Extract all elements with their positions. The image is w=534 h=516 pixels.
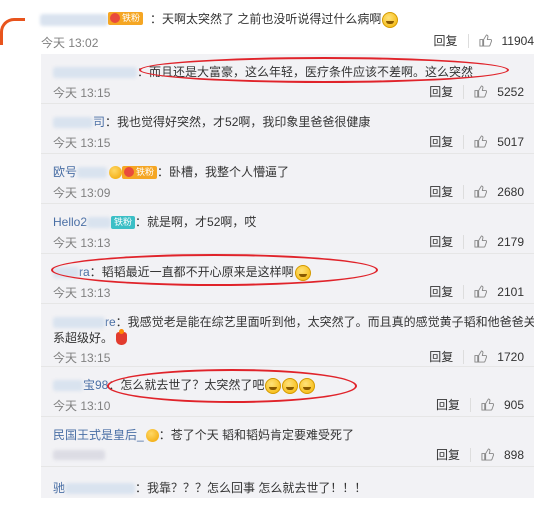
reply-button[interactable]: 回复 [429, 83, 453, 100]
crying-emoji-icon [382, 11, 399, 28]
reply-button[interactable]: 回复 [429, 133, 453, 150]
username-blurred[interactable] [53, 67, 137, 79]
fire-emoji-icon [116, 329, 128, 346]
list-item: 宝98：怎么就去世了？太突然了吧 今天 13:10 回复 905 [41, 367, 534, 417]
reply-text: ：我感觉老是能在综艺里面听到他，太突然了。而且真的感觉黄子韬和他爸爸关 [115, 315, 534, 329]
username-fragment[interactable]: ra [79, 265, 90, 279]
reply-text-continued: 系超级好。 [53, 331, 114, 345]
heart-eyes-emoji-icon [145, 429, 159, 443]
list-item: 欧号 铁粉 ：卧槽，我整个人懵逼了 今天 13:09 回复 2680 [41, 154, 534, 204]
username-fragment[interactable]: 驰 [53, 481, 65, 495]
reply-time: 今天 13:10 [53, 399, 111, 413]
comment-text: ：天啊太突然了 之前也没听说得过什么病啊 [150, 12, 382, 26]
reply-time: 今天 13:13 [53, 236, 111, 250]
fan-badge: 铁粉 [122, 166, 158, 180]
divider [467, 33, 469, 48]
reply-button[interactable]: 回复 [429, 348, 453, 365]
username-fragment[interactable]: 民国王式是皇后_ [53, 428, 144, 442]
reply-time: 今天 13:15 [53, 351, 111, 365]
username-blurred[interactable] [53, 380, 83, 392]
heart-eyes-emoji-icon [109, 166, 123, 180]
divider [463, 234, 465, 249]
reply-button[interactable]: 回复 [434, 32, 458, 49]
list-item: ra：韬韬最近一直都不开心原来是这样啊 今天 13:13 回复 2101 [41, 254, 534, 304]
crying-emoji-icon [265, 377, 282, 394]
reply-text: ：就是啊，才52啊，哎 [135, 215, 257, 229]
fan-badge: 铁粉 [108, 11, 144, 26]
username-fragment[interactable]: 宝98 [83, 378, 108, 392]
thumbs-up-icon[interactable] [474, 235, 488, 248]
like-count: 2680 [497, 184, 524, 199]
reply-button[interactable]: 回复 [429, 233, 453, 250]
top-comment: 铁粉 ：天啊太突然了 之前也没听说得过什么病啊 今天 13:02 回复 1190… [0, 0, 534, 52]
divider [469, 447, 471, 462]
reply-text: ：我靠？？？怎么回事 怎么就去世了！！！ [135, 481, 367, 495]
divider [463, 184, 465, 199]
reply-button[interactable]: 回复 [436, 396, 460, 413]
reply-text: ：卧槽，我整个人懵逼了 [157, 165, 290, 179]
thumbs-up-icon[interactable] [481, 448, 495, 461]
reply-time: 今天 13:15 [53, 86, 111, 100]
divider [463, 284, 465, 299]
thumbs-up-icon[interactable] [474, 285, 488, 298]
reply-button[interactable]: 回复 [436, 446, 460, 463]
list-item: re：我感觉老是能在综艺里面听到他，太突然了。而且真的感觉黄子韬和他爸爸关 系超… [41, 304, 534, 367]
thumbs-up-icon[interactable] [474, 185, 488, 198]
like-count: 2101 [497, 284, 524, 299]
reply-button[interactable]: 回复 [429, 183, 453, 200]
reply-text: ：苍了个天 韬和韬妈肯定要难受死了 [158, 428, 355, 442]
reply-time: 今天 13:13 [53, 286, 111, 300]
like-count: 905 [503, 397, 524, 412]
crying-emoji-icon [299, 377, 316, 394]
username-blurred[interactable] [53, 117, 93, 129]
divider [469, 397, 471, 412]
username-fragment[interactable]: 司 [93, 115, 105, 129]
thumbs-up-icon[interactable] [474, 135, 488, 148]
thumbs-up-icon[interactable] [481, 398, 495, 411]
crying-emoji-icon [282, 377, 299, 394]
reply-text: ：我也觉得好突然，才52啊，我印象里爸爸很健康 [105, 115, 371, 129]
username-blurred[interactable] [40, 12, 108, 26]
like-count: 11904 [501, 33, 534, 48]
reply-text: ：怎么就去世了？太突然了吧 [108, 378, 265, 392]
username-blurred[interactable] [53, 317, 105, 329]
divider [463, 349, 465, 364]
thumbs-up-icon[interactable] [478, 34, 492, 47]
username-blurred[interactable] [65, 483, 136, 495]
username-blurred[interactable] [87, 217, 112, 229]
like-count: 5252 [497, 84, 524, 99]
like-count: 1720 [497, 349, 524, 364]
comment-time: 今天 13:02 [41, 36, 99, 50]
list-item: 司：我也觉得好突然，才52啊，我印象里爸爸很健康 今天 13:15 回复 501… [41, 104, 534, 154]
username-fragment[interactable]: Hello2 [53, 215, 87, 229]
crying-emoji-icon [294, 264, 311, 281]
reply-text: ：而且还是大富豪，这么年轻，医疗条件应该不差啊。这么突然 [137, 65, 474, 79]
list-item: ：而且还是大富豪，这么年轻，医疗条件应该不差啊。这么突然 今天 13:15 回复… [41, 54, 534, 104]
list-item: 民国王式是皇后_ ：苍了个天 韬和韬妈肯定要难受死了 回复 898 [41, 417, 534, 467]
username-blurred[interactable] [53, 267, 79, 279]
fan-badge: 铁粉 [111, 216, 136, 230]
username-blurred[interactable] [77, 167, 108, 179]
like-count: 898 [503, 447, 524, 462]
list-item: 驰 ：我靠？？？怎么回事 怎么就去世了！！！ [41, 467, 534, 516]
reply-button[interactable]: 回复 [429, 283, 453, 300]
divider [463, 84, 465, 99]
reply-text: ：韬韬最近一直都不开心原来是这样啊 [89, 265, 294, 279]
list-item: Hello2 铁粉 ：就是啊，才52啊，哎 今天 13:13 回复 2179 [41, 204, 534, 254]
divider [463, 134, 465, 149]
thumbs-up-icon[interactable] [474, 350, 488, 363]
like-count: 5017 [497, 134, 524, 149]
reply-time: 今天 13:09 [53, 186, 111, 200]
avatar[interactable] [0, 18, 25, 45]
reply-time-blurred [53, 447, 105, 461]
username-fragment[interactable]: 欧号 [53, 165, 77, 179]
replies-panel: ：而且还是大富豪，这么年轻，医疗条件应该不差啊。这么突然 今天 13:15 回复… [41, 54, 534, 498]
reply-time: 今天 13:15 [53, 136, 111, 150]
username-fragment[interactable]: re [105, 315, 116, 329]
thumbs-up-icon[interactable] [474, 85, 488, 98]
like-count: 2179 [497, 234, 524, 249]
